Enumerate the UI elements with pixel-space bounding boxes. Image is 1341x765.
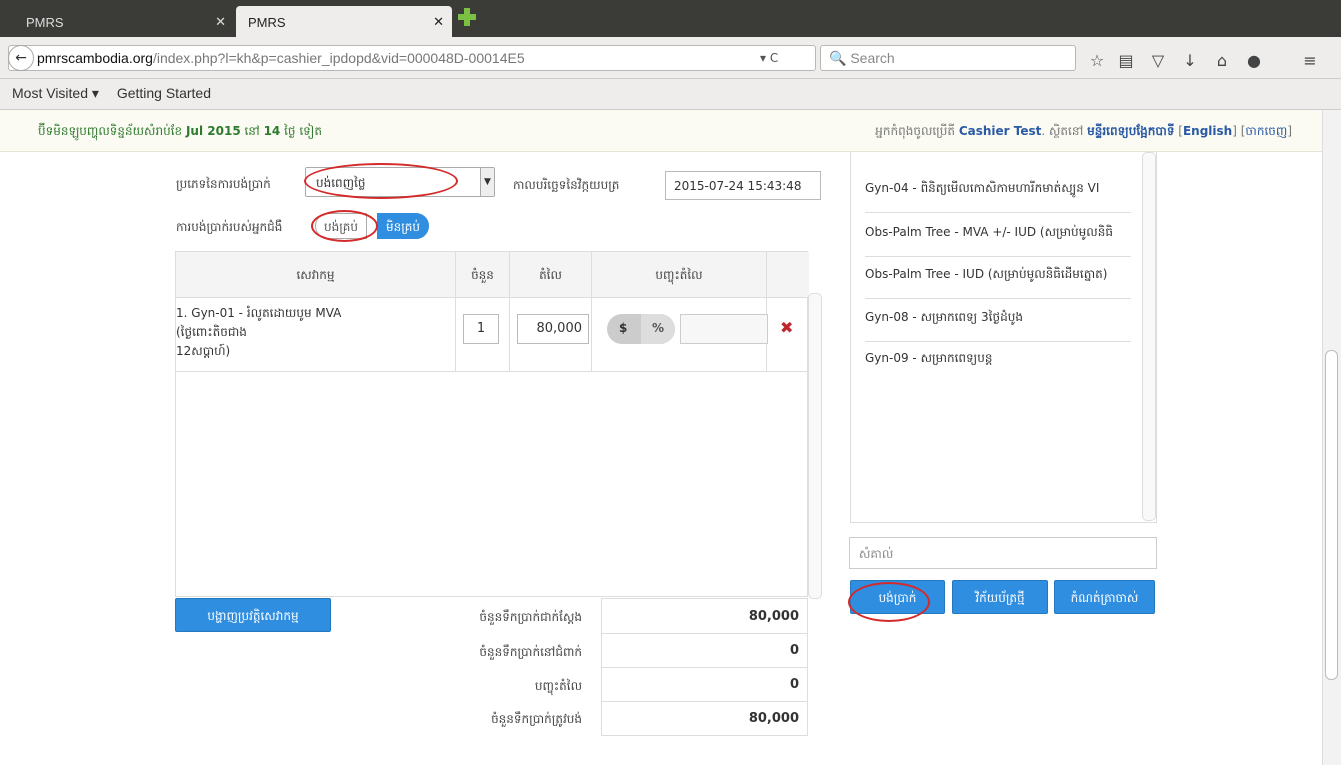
dollar-option[interactable]: $ bbox=[619, 321, 627, 335]
bookmark-most-visited[interactable]: Most Visited ▾ bbox=[12, 85, 99, 101]
note-input[interactable]: សំគាល់ bbox=[849, 537, 1157, 569]
package-list: Gyn-04 - ពិនិត្យមើលកោសិកាមហារីកមាត់ស្បូន… bbox=[850, 152, 1157, 523]
location-name: មន្ទីរពេទ្យបង្អែកបាទី bbox=[1087, 124, 1175, 138]
new-invoice-button[interactable]: វិក័យប័ត្រថ្មី bbox=[952, 580, 1048, 614]
trial-days: 14 bbox=[263, 124, 281, 138]
service-line: 12សប្តាហ៍) bbox=[176, 344, 231, 358]
discount-input[interactable] bbox=[680, 314, 768, 344]
service-line: (ថ្ងៃពោះតិចជាង bbox=[176, 325, 247, 339]
patient-payment-label: ការបង់ប្រាក់របស់អ្នកជំងឺ bbox=[176, 220, 283, 234]
chevron-down-icon: ▼ bbox=[480, 168, 494, 196]
url-path: /index.php?l=kh&p=cashier_ipdopd&vid=000… bbox=[152, 50, 525, 66]
pocket-icon[interactable]: ▽ bbox=[1148, 51, 1168, 70]
package-item[interactable]: Obs-Palm Tree - IUD (សម្រាប់មូលនិធិដើមត្… bbox=[865, 252, 1131, 299]
package-item[interactable]: Obs-Palm Tree - MVA +/- IUD (សម្រាប់មូលន… bbox=[865, 210, 1131, 257]
total-actual-value: 80,000 bbox=[601, 598, 808, 634]
user-mid: . ស្ថិតនៅ bbox=[1041, 124, 1084, 138]
highlight-circle bbox=[311, 210, 378, 242]
bookmarks-bar: Most Visited ▾ Getting Started bbox=[0, 79, 1341, 110]
col-header-service: សេវាកម្ម bbox=[176, 252, 456, 298]
col-header-price: តំលៃ bbox=[510, 252, 592, 298]
package-item[interactable]: Gyn-04 - ពិនិត្យមើលកោសិកាមហារីកមាត់ស្បូន… bbox=[865, 166, 1131, 213]
delete-icon[interactable]: ✖ bbox=[780, 318, 793, 337]
tab-title: PMRS bbox=[26, 15, 64, 30]
trial-after: ថ្ងៃ ទៀត bbox=[284, 124, 322, 138]
show-service-history-button[interactable]: បង្ហាញប្រវត្តិសេវាកម្ម bbox=[175, 598, 331, 632]
total-discount-value: 0 bbox=[601, 668, 808, 702]
close-tab-icon[interactable]: ✕ bbox=[433, 14, 444, 30]
browser-tab-1[interactable]: PMRS ✕ bbox=[14, 6, 234, 37]
percent-option[interactable]: % bbox=[641, 314, 675, 344]
highlight-circle bbox=[304, 163, 458, 199]
total-owed-value: 0 bbox=[601, 634, 808, 668]
price-input[interactable]: 80,000 bbox=[517, 314, 589, 344]
total-actual-label: ចំនួនទឹកប្រាក់ជាក់ស្តែង bbox=[479, 610, 582, 624]
total-due-value: 80,000 bbox=[601, 702, 808, 736]
new-tab-icon[interactable] bbox=[458, 8, 476, 26]
reading-list-icon[interactable]: ▤ bbox=[1116, 51, 1136, 70]
service-name: 1. Gyn-01 - រំលូតដោយបូម MVA (ថ្ងៃពោះតិចជ… bbox=[168, 304, 448, 361]
search-input[interactable]: 🔍 Search bbox=[820, 45, 1076, 71]
browser-tab-2[interactable]: PMRS ✕ bbox=[236, 6, 452, 37]
invoice-date-label: កាលបរិច្ឆេទនៃវិក្កយបត្រ bbox=[513, 178, 620, 192]
highlight-circle bbox=[848, 582, 930, 622]
url-host: pmrscambodia.org bbox=[37, 50, 153, 66]
menu-icon[interactable]: ≡ bbox=[1300, 51, 1320, 70]
back-arrow-icon[interactable]: ← bbox=[8, 45, 34, 71]
chat-icon[interactable]: ● bbox=[1244, 51, 1264, 70]
service-line: 1. Gyn-01 - រំលូតដោយបូម MVA bbox=[176, 306, 342, 320]
browser-tab-bar: PMRS ✕ PMRS ✕ bbox=[0, 0, 1341, 37]
user-info: អ្នកកំពុងចូលប្រើតី Cashier Test. ស្ថិតនៅ… bbox=[875, 124, 1292, 138]
download-icon[interactable]: ↓ bbox=[1180, 51, 1200, 70]
app-header: ប៊ីទមិនឡូបញ្ហុលទិន្នន័យសំរាប់ខែ Jul 2015… bbox=[0, 110, 1322, 152]
trial-text: ប៊ីទមិនឡូបញ្ហុលទិន្នន័យសំរាប់ខែ bbox=[38, 124, 183, 138]
page-scrollbar-thumb[interactable] bbox=[1325, 350, 1338, 680]
trial-notice: ប៊ីទមិនឡូបញ្ហុលទិន្នន័យសំរាប់ខែ Jul 2015… bbox=[38, 123, 322, 141]
total-due-label: ចំនួនទឹកប្រាក់ត្រូវបង់ bbox=[491, 712, 582, 726]
browser-nav-bar: pmrscambodia.org/index.php?l=kh&p=cashie… bbox=[0, 37, 1341, 79]
user-name: Cashier Test bbox=[958, 124, 1042, 138]
col-header-discount: បញ្ចុះតំលៃ bbox=[592, 252, 767, 298]
trial-month: Jul 2015 bbox=[185, 124, 241, 138]
col-header-qty: ចំនួន bbox=[456, 252, 510, 298]
bookmark-getting-started[interactable]: Getting Started bbox=[117, 85, 211, 101]
old-records-button[interactable]: កំណត់ត្រាចាស់ bbox=[1054, 580, 1155, 614]
invoice-date-field[interactable]: 2015-07-24 15:43:48 bbox=[665, 171, 821, 200]
bookmark-star-icon[interactable]: ☆ bbox=[1087, 51, 1107, 70]
package-list-scrollbar[interactable] bbox=[1142, 152, 1156, 521]
table-row: 1. Gyn-01 - រំលូតដោយបូម MVA (ថ្ងៃពោះតិចជ… bbox=[176, 298, 809, 372]
package-item[interactable]: Gyn-08 - សម្រាកពេទ្យ 3ថ្ងៃដំបូង bbox=[865, 295, 1131, 342]
package-item[interactable]: Gyn-09 - សម្រាកពេទ្យបន្ត bbox=[865, 336, 1131, 382]
home-icon[interactable]: ⌂ bbox=[1212, 51, 1232, 70]
toggle-not-paid-full[interactable]: មិនគ្រប់ bbox=[377, 213, 430, 239]
close-tab-icon[interactable]: ✕ bbox=[215, 14, 226, 30]
tab-title: PMRS bbox=[248, 15, 286, 30]
url-bar[interactable]: pmrscambodia.org/index.php?l=kh&p=cashie… bbox=[8, 45, 816, 71]
english-link[interactable]: English bbox=[1183, 124, 1232, 138]
service-cell: 1. Gyn-01 - រំលូតដោយបូម MVA (ថ្ងៃពោះតិចជ… bbox=[176, 298, 456, 372]
reload-icon[interactable]: ▾ C bbox=[760, 51, 778, 65]
total-owed-label: ចំនួនទឹកប្រាក់នៅជំពាក់ bbox=[479, 645, 582, 659]
trial-mid: នៅ bbox=[244, 124, 260, 138]
payment-type-label: ប្រភេទនៃការបង់ប្រាក់ bbox=[176, 177, 271, 191]
user-prefix: អ្នកកំពុងចូលប្រើតី bbox=[875, 124, 955, 138]
service-table: សេវាកម្ម ចំនួន តំលៃ បញ្ចុះតំលៃ 1. Gyn-01… bbox=[175, 251, 822, 599]
table-scrollbar[interactable] bbox=[808, 293, 822, 599]
col-header-action bbox=[767, 252, 809, 298]
discount-type-toggle[interactable]: $ % bbox=[607, 314, 675, 344]
logout-link[interactable]: ចាកចេញ bbox=[1245, 124, 1287, 138]
total-discount-label: បញ្ចុះតំលៃ bbox=[534, 679, 582, 693]
quantity-input[interactable]: 1 bbox=[463, 314, 499, 344]
search-placeholder: Search bbox=[850, 50, 895, 66]
